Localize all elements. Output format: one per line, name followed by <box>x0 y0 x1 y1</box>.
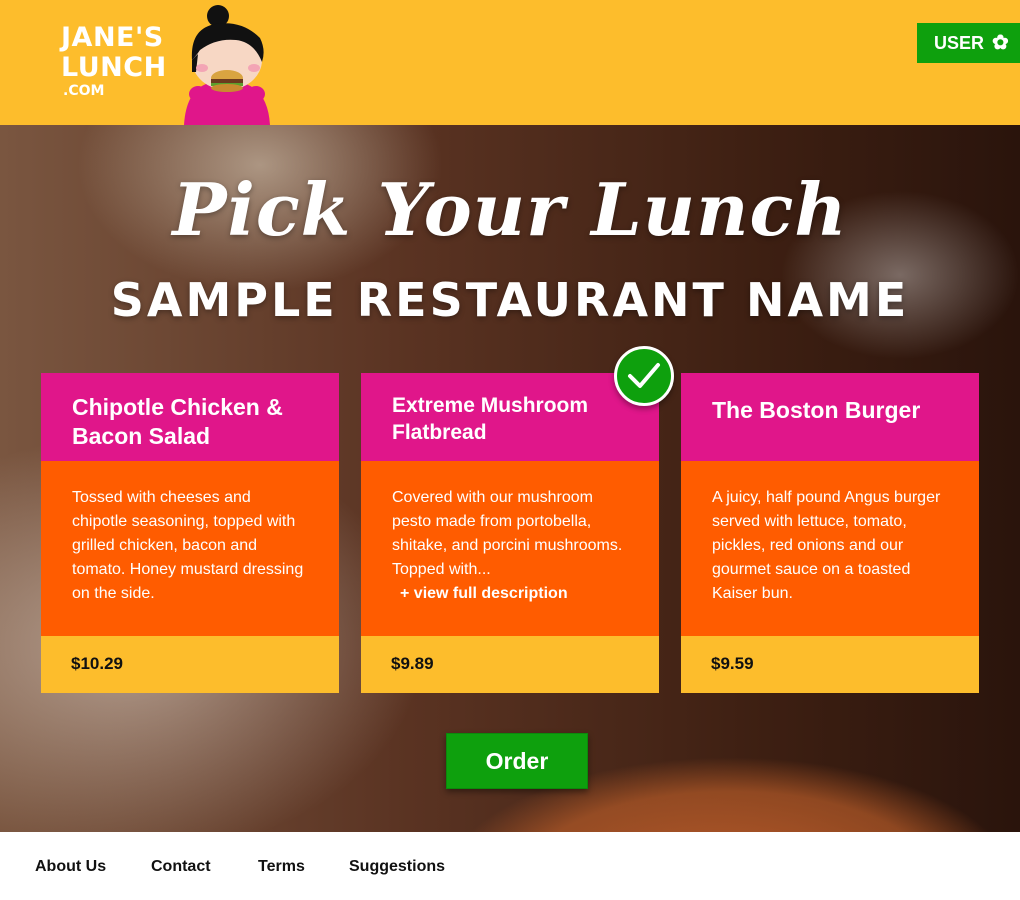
menu-item-price: $9.89 <box>361 636 659 693</box>
menu-item-description: Covered with our mushroom pesto made fro… <box>392 489 623 578</box>
menu-item-name: The Boston Burger <box>681 373 979 461</box>
gear-icon: ✿ <box>992 32 1009 54</box>
user-menu-button[interactable]: USER ✿ <box>917 23 1020 63</box>
site-footer: About Us Contact Terms Suggestions <box>0 832 1020 900</box>
footer-link-suggestions[interactable]: Suggestions <box>349 858 445 876</box>
footer-link-contact[interactable]: Contact <box>151 858 211 876</box>
menu-item-description-block: Covered with our mushroom pesto made fro… <box>361 461 659 636</box>
menu-item-price: $9.59 <box>681 636 979 693</box>
logo-line-1: JANE'S <box>61 22 164 53</box>
menu-item-description: Tossed with cheeses and chipotle seasoni… <box>41 461 339 636</box>
restaurant-name: SAMPLE RESTAURANT NAME <box>110 273 910 327</box>
footer-link-about-us[interactable]: About Us <box>35 858 106 876</box>
site-logo[interactable]: JANE'S LUNCH .COM <box>61 22 167 100</box>
menu-card-mushroom-flatbread[interactable]: Extreme Mushroom Flatbread Covered with … <box>361 373 659 693</box>
checkmark-icon <box>628 363 660 388</box>
order-button[interactable]: Order <box>446 733 588 789</box>
menu-item-name: Extreme Mushroom Flatbread <box>361 373 659 461</box>
logo-line-3: .COM <box>63 83 105 99</box>
menu-card-chipotle-salad[interactable]: Chipotle Chicken & Bacon Salad Tossed wi… <box>41 373 339 693</box>
hero-section: Pick Your Lunch SAMPLE RESTAURANT NAME C… <box>0 125 1020 832</box>
logo-line-2: LUNCH <box>61 52 167 83</box>
mascot-illustration <box>184 5 270 125</box>
user-label: USER <box>934 32 985 53</box>
page-title: Pick Your Lunch <box>172 167 848 252</box>
menu-card-boston-burger[interactable]: The Boston Burger A juicy, half pound An… <box>681 373 979 693</box>
view-full-description-link[interactable]: + view full description <box>392 582 629 606</box>
selected-check-icon <box>614 346 674 406</box>
menu-item-name: Chipotle Chicken & Bacon Salad <box>41 373 339 461</box>
site-header: JANE'S LUNCH .COM USER ✿ <box>0 0 1020 125</box>
menu-item-price: $10.29 <box>41 636 339 693</box>
menu-item-description: A juicy, half pound Angus burger served … <box>681 461 979 636</box>
footer-link-terms[interactable]: Terms <box>258 858 305 876</box>
